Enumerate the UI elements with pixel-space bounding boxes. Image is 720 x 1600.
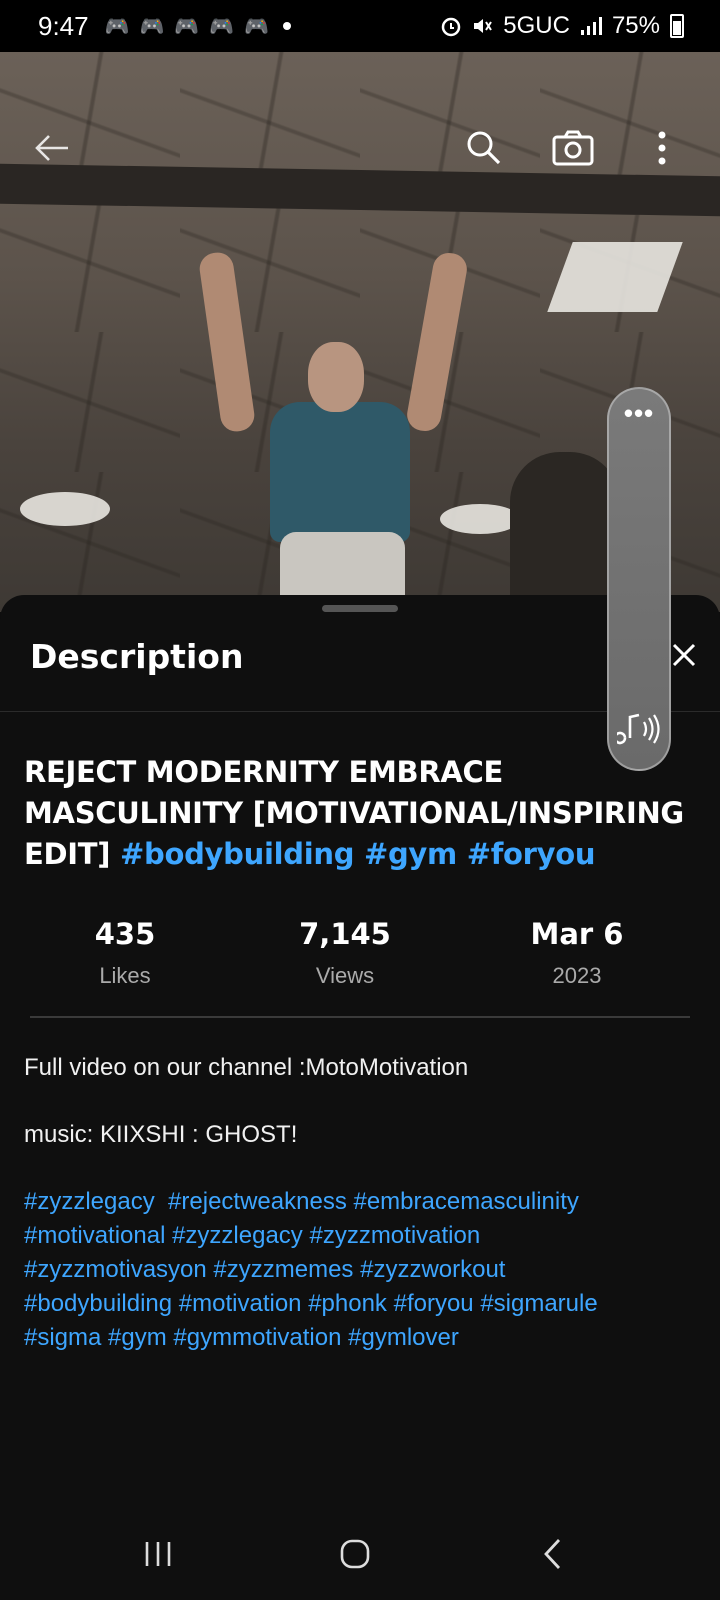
battery-percent: 75% — [611, 12, 660, 39]
ceiling-light — [20, 492, 110, 526]
description-line: Full video on our channel :MotoMotivatio… — [24, 1054, 469, 1081]
stat-likes: 435 Likes — [15, 917, 235, 989]
drag-handle[interactable] — [322, 605, 398, 612]
network-type: 5GUC — [503, 12, 570, 39]
gamepad-icon: 🎮 — [139, 15, 165, 38]
notification-icons: 🎮 🎮 🎮 🎮 🎮 — [105, 14, 270, 39]
battery-icon — [670, 14, 684, 38]
hashtag-line[interactable]: #bodybuilding #motivation #phonk #foryou… — [24, 1287, 704, 1321]
gamepad-icon: 🎮 — [104, 15, 130, 38]
search-icon — [467, 131, 501, 165]
music-sound-icon — [617, 713, 660, 745]
stat-views: 7,145 Views — [235, 917, 455, 989]
more-options-button[interactable] — [636, 122, 688, 174]
back-chevron-icon — [544, 1539, 561, 1569]
home-icon — [340, 1539, 370, 1569]
status-right: 5GUC 75% — [441, 12, 684, 40]
home-button[interactable] — [325, 1524, 385, 1584]
video-title: REJECT MODERNITY EMBRACE MASCULINITY [MO… — [24, 752, 684, 875]
video-title-hashtags[interactable]: #bodybuilding #gym #foryou — [120, 837, 596, 871]
description-line: music: KIIXSHI : GHOST! — [24, 1121, 298, 1148]
description-body: Full video on our channel :MotoMotivatio… — [24, 1051, 704, 1355]
video-bystander — [510, 452, 620, 612]
search-button[interactable] — [458, 122, 510, 174]
hashtag-line[interactable]: #motivational #zyzzlegacy #zyzzmotivatio… — [24, 1219, 704, 1253]
signal-icon — [580, 17, 602, 35]
music-button[interactable] — [611, 701, 667, 757]
stat-label: Likes — [99, 963, 151, 988]
video-subject — [197, 250, 470, 612]
divider — [30, 1016, 690, 1018]
status-bar: 9:47 🎮 🎮 🎮 🎮 🎮 5GUC 75% — [0, 0, 720, 52]
nav-back-button[interactable] — [522, 1524, 582, 1584]
arrow-left-icon — [35, 135, 68, 161]
ceiling-light — [440, 504, 520, 534]
stat-value: 7,145 — [299, 917, 391, 951]
gamepad-icon: 🎮 — [244, 15, 270, 38]
gamepad-icon: 🎮 — [209, 15, 235, 38]
more-vertical-icon — [658, 131, 666, 165]
stat-value: 435 — [94, 917, 156, 951]
recents-button[interactable] — [128, 1524, 188, 1584]
camera-button[interactable] — [547, 122, 599, 174]
recents-icon — [145, 1542, 171, 1566]
more-horizontal-icon[interactable]: ••• — [624, 400, 654, 426]
more-notifications-dot — [283, 22, 292, 30]
sheet-title: Description — [30, 637, 244, 676]
gamepad-icon: 🎮 — [174, 15, 200, 38]
stat-label: 2023 — [552, 963, 602, 988]
floating-media-panel[interactable]: ••• — [607, 387, 671, 771]
stat-label: Views — [315, 963, 375, 988]
status-time: 9:47 — [38, 10, 89, 41]
mute-icon — [474, 19, 493, 33]
system-nav-bar — [0, 1510, 720, 1600]
stat-date: Mar 6 2023 — [467, 917, 687, 989]
back-button[interactable] — [26, 122, 78, 174]
hashtag-line[interactable]: #zyzzlegacy #rejectweakness #embracemasc… — [24, 1185, 704, 1219]
camera-icon — [552, 130, 594, 166]
hashtag-line[interactable]: #zyzzmotivasyon #zyzzmemes #zyzzworkout — [24, 1253, 704, 1287]
hashtag-line[interactable]: #sigma #gym #gymmotivation #gymlover — [24, 1321, 704, 1355]
stat-value: Mar 6 — [530, 917, 624, 951]
alarm-icon — [442, 17, 461, 37]
